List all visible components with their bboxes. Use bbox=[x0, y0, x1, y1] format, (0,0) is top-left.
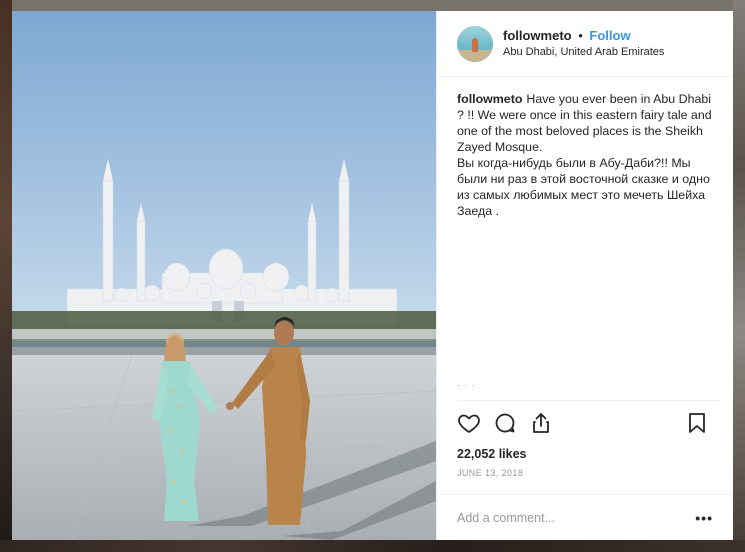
caption-text-ru: Вы когда-нибудь были в Абу-Даби?!! Мы бы… bbox=[457, 156, 710, 218]
likes-count[interactable]: 22,052 likes bbox=[437, 444, 733, 464]
follow-button[interactable]: Follow bbox=[589, 28, 630, 43]
bookmark-icon[interactable] bbox=[685, 411, 709, 435]
post-header: followmeto • Follow Abu Dhabi, United Ar… bbox=[437, 11, 733, 77]
avatar[interactable] bbox=[457, 25, 493, 62]
action-bar bbox=[457, 400, 721, 444]
header-text: followmeto • Follow Abu Dhabi, United Ar… bbox=[503, 27, 664, 61]
comments-area: followmeto Have you ever been in Abu Dhab… bbox=[437, 77, 733, 400]
more-options-icon[interactable]: ••• bbox=[695, 510, 713, 526]
comment-input[interactable] bbox=[457, 510, 696, 525]
comment-icon[interactable] bbox=[493, 411, 517, 435]
share-icon[interactable] bbox=[529, 411, 553, 435]
separator-dot: • bbox=[578, 27, 583, 43]
loading-indicator: · · · bbox=[457, 380, 476, 390]
heart-icon[interactable] bbox=[457, 411, 481, 435]
post-modal: followmeto • Follow Abu Dhabi, United Ar… bbox=[12, 11, 733, 540]
comment-box: ••• bbox=[437, 494, 733, 540]
caption-username-link[interactable]: followmeto bbox=[457, 92, 522, 106]
post-date[interactable]: JUNE 13, 2018 bbox=[437, 464, 733, 484]
post-sidebar: followmeto • Follow Abu Dhabi, United Ar… bbox=[436, 11, 733, 540]
caption: followmeto Have you ever been in Abu Dhab… bbox=[457, 91, 713, 219]
location-link[interactable]: Abu Dhabi, United Arab Emirates bbox=[503, 44, 664, 61]
username-link[interactable]: followmeto bbox=[503, 28, 572, 43]
post-photo[interactable] bbox=[12, 11, 436, 540]
